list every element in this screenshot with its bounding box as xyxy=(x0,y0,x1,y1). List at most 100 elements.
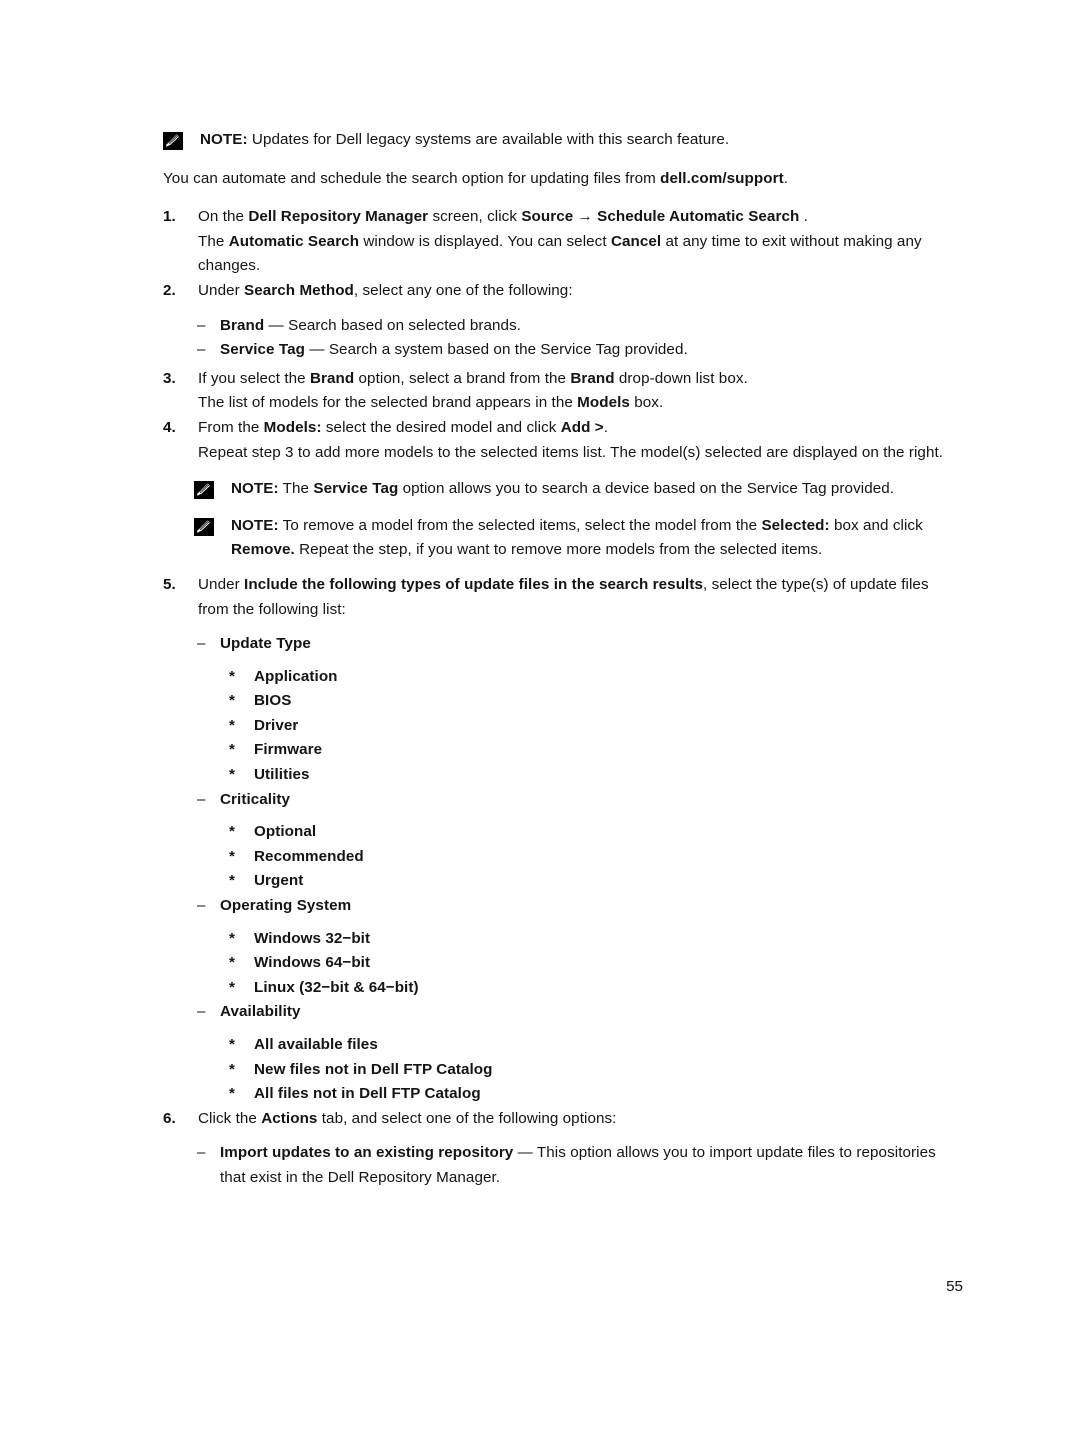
note-label: NOTE: xyxy=(231,480,279,498)
list-item: – Import updates to an existing reposito… xyxy=(197,1141,963,1190)
option-bios: BIOS xyxy=(254,692,292,710)
step1-text-c: . xyxy=(799,208,808,226)
note-text: NOTE: Updates for Dell legacy systems ar… xyxy=(183,128,963,153)
option-linux: Linux (32−bit & 64−bit) xyxy=(254,978,419,996)
step1c-text-b: window is displayed. You can select xyxy=(359,232,611,250)
star-bullet: * xyxy=(229,667,235,685)
step3-bold-b: Brand xyxy=(570,369,615,387)
step-3-continuation-text: The list of models for the selected bran… xyxy=(198,391,963,416)
list-item: * All available files xyxy=(229,1033,963,1058)
update-type-options: * Application * BIOS * Driver * Firmware… xyxy=(197,665,963,788)
dash-bullet: – xyxy=(197,316,206,334)
option-all-files-not-in-catalog: All files not in Dell FTP Catalog xyxy=(254,1085,481,1103)
step1-bold-b: Source → Schedule Automatic Search xyxy=(521,208,800,226)
step5-bold-a: Include the following types of update fi… xyxy=(244,575,704,593)
note-block-service-tag: NOTE: The Service Tag option allows you … xyxy=(163,477,963,502)
step1c-bold-a: Automatic Search xyxy=(228,232,360,250)
note-rm-bold-a: Selected: xyxy=(761,516,830,534)
criticality-options: * Optional * Recommended * Urgent xyxy=(197,820,963,894)
star-bullet: * xyxy=(229,954,235,972)
step6-bold-a: Actions xyxy=(261,1109,318,1127)
note-rm-bold-b: Remove. xyxy=(231,541,295,559)
list-item: * Windows 64−bit xyxy=(229,951,963,976)
step6-text-a: Click the xyxy=(198,1109,262,1127)
step6-text-b: tab, and select one of the following opt… xyxy=(317,1109,617,1127)
dash-bullet: – xyxy=(197,341,206,359)
step-body-2: Under Search Method, select any one of t… xyxy=(198,279,963,304)
step4-bold-a: Models: xyxy=(263,418,322,436)
dash-bullet: – xyxy=(197,790,206,808)
step-number-1: 1. xyxy=(163,208,176,226)
page-content: NOTE: Updates for Dell legacy systems ar… xyxy=(163,128,963,1191)
star-bullet: * xyxy=(229,929,235,947)
step-body-4: From the Models: select the desired mode… xyxy=(198,416,963,441)
option-service-tag-label: Service Tag xyxy=(220,341,305,359)
step4-bold-b: Add > xyxy=(560,418,604,436)
list-item: * Linux (32−bit & 64−bit) xyxy=(229,976,963,1001)
dash-bullet: – xyxy=(197,635,206,653)
dash-bullet: – xyxy=(197,1003,206,1021)
step-body-5: Under Include the following types of upd… xyxy=(198,573,963,622)
list-item: * Optional xyxy=(229,820,963,845)
operating-system-options: * Windows 32−bit * Windows 64−bit * Linu… xyxy=(197,927,963,1001)
step1c-bold-b: Cancel xyxy=(610,232,662,250)
step4-text-a: From the xyxy=(198,418,264,436)
step-number-3: 3. xyxy=(163,369,176,387)
star-bullet: * xyxy=(229,847,235,865)
step2-text-a: Under xyxy=(198,281,245,299)
note-pencil-icon xyxy=(163,132,183,150)
option-recommended: Recommended xyxy=(254,847,364,865)
star-bullet: * xyxy=(229,716,235,734)
note-block-legacy-systems: NOTE: Updates for Dell legacy systems ar… xyxy=(163,128,963,153)
option-windows-32bit: Windows 32−bit xyxy=(254,929,371,947)
step5-text-a: Under xyxy=(198,575,245,593)
list-item: – Operating System xyxy=(197,894,963,919)
category-availability: Availability xyxy=(220,1003,301,1021)
list-item: – Brand — Search based on selected brand… xyxy=(197,314,963,339)
note-pencil-icon xyxy=(194,481,214,500)
step1-bold-a: Dell Repository Manager xyxy=(248,208,429,226)
option-all-available-files: All available files xyxy=(254,1036,378,1053)
note-label: NOTE: xyxy=(231,516,279,534)
list-item: – Service Tag — Search a system based on… xyxy=(197,338,963,363)
list-item: – Criticality xyxy=(197,788,963,813)
document-page: NOTE: Updates for Dell legacy systems ar… xyxy=(0,0,1080,1434)
search-method-option-brand: Brand — Search based on selected brands. xyxy=(220,314,963,339)
step-number-4: 4. xyxy=(163,418,176,436)
step-number-2: 2. xyxy=(163,281,176,299)
step-4-continuation: Repeat step 3 to add more models to the … xyxy=(163,441,963,466)
update-file-types-list: – Update Type * Application * BIOS * Dri… xyxy=(163,632,963,1107)
dash-bullet: – xyxy=(197,897,206,915)
note-body-text: Updates for Dell legacy systems are avai… xyxy=(247,131,730,148)
page-number: 55 xyxy=(946,1278,963,1295)
step3-bold-a: Brand xyxy=(309,369,355,387)
step-body-6: Click the Actions tab, and select one of… xyxy=(198,1107,963,1132)
option-windows-64bit: Windows 64−bit xyxy=(254,954,371,972)
list-item: * Windows 32−bit xyxy=(229,927,963,952)
note-text: NOTE: To remove a model from the selecte… xyxy=(214,514,963,563)
star-bullet: * xyxy=(229,1085,235,1103)
star-bullet: * xyxy=(229,741,235,759)
option-application: Application xyxy=(254,667,338,685)
dash-bullet: – xyxy=(197,1144,206,1162)
note-st-text-b: option allows you to search a device bas… xyxy=(398,480,895,498)
step3-text-c: drop-down list box. xyxy=(614,369,748,387)
star-bullet: * xyxy=(229,872,235,890)
option-brand-label: Brand xyxy=(220,316,265,334)
list-item: – Availability xyxy=(197,1000,963,1025)
step-item-5: 5. Under Include the following types of … xyxy=(163,573,963,622)
step-body-3: If you select the Brand option, select a… xyxy=(198,367,963,392)
intro-paragraph: You can automate and schedule the search… xyxy=(163,167,963,192)
note-st-text-a: The xyxy=(278,480,314,498)
step3c-text-b: box. xyxy=(629,394,664,412)
step2-bold-a: Search Method xyxy=(244,281,354,299)
option-optional: Optional xyxy=(254,823,317,841)
option-new-files-not-in-catalog: New files not in Dell FTP Catalog xyxy=(254,1060,493,1078)
step1-text-a: On the xyxy=(198,208,249,226)
step3-text-a: If you select the xyxy=(198,369,310,387)
step1-text-b: screen, click xyxy=(428,208,522,226)
step-body-1: On the Dell Repository Manager screen, c… xyxy=(198,205,963,230)
step-1-continuation: The Automatic Search window is displayed… xyxy=(163,230,963,279)
intro-text-a: You can automate and schedule the search… xyxy=(163,169,661,187)
step-number-6: 6. xyxy=(163,1109,176,1127)
